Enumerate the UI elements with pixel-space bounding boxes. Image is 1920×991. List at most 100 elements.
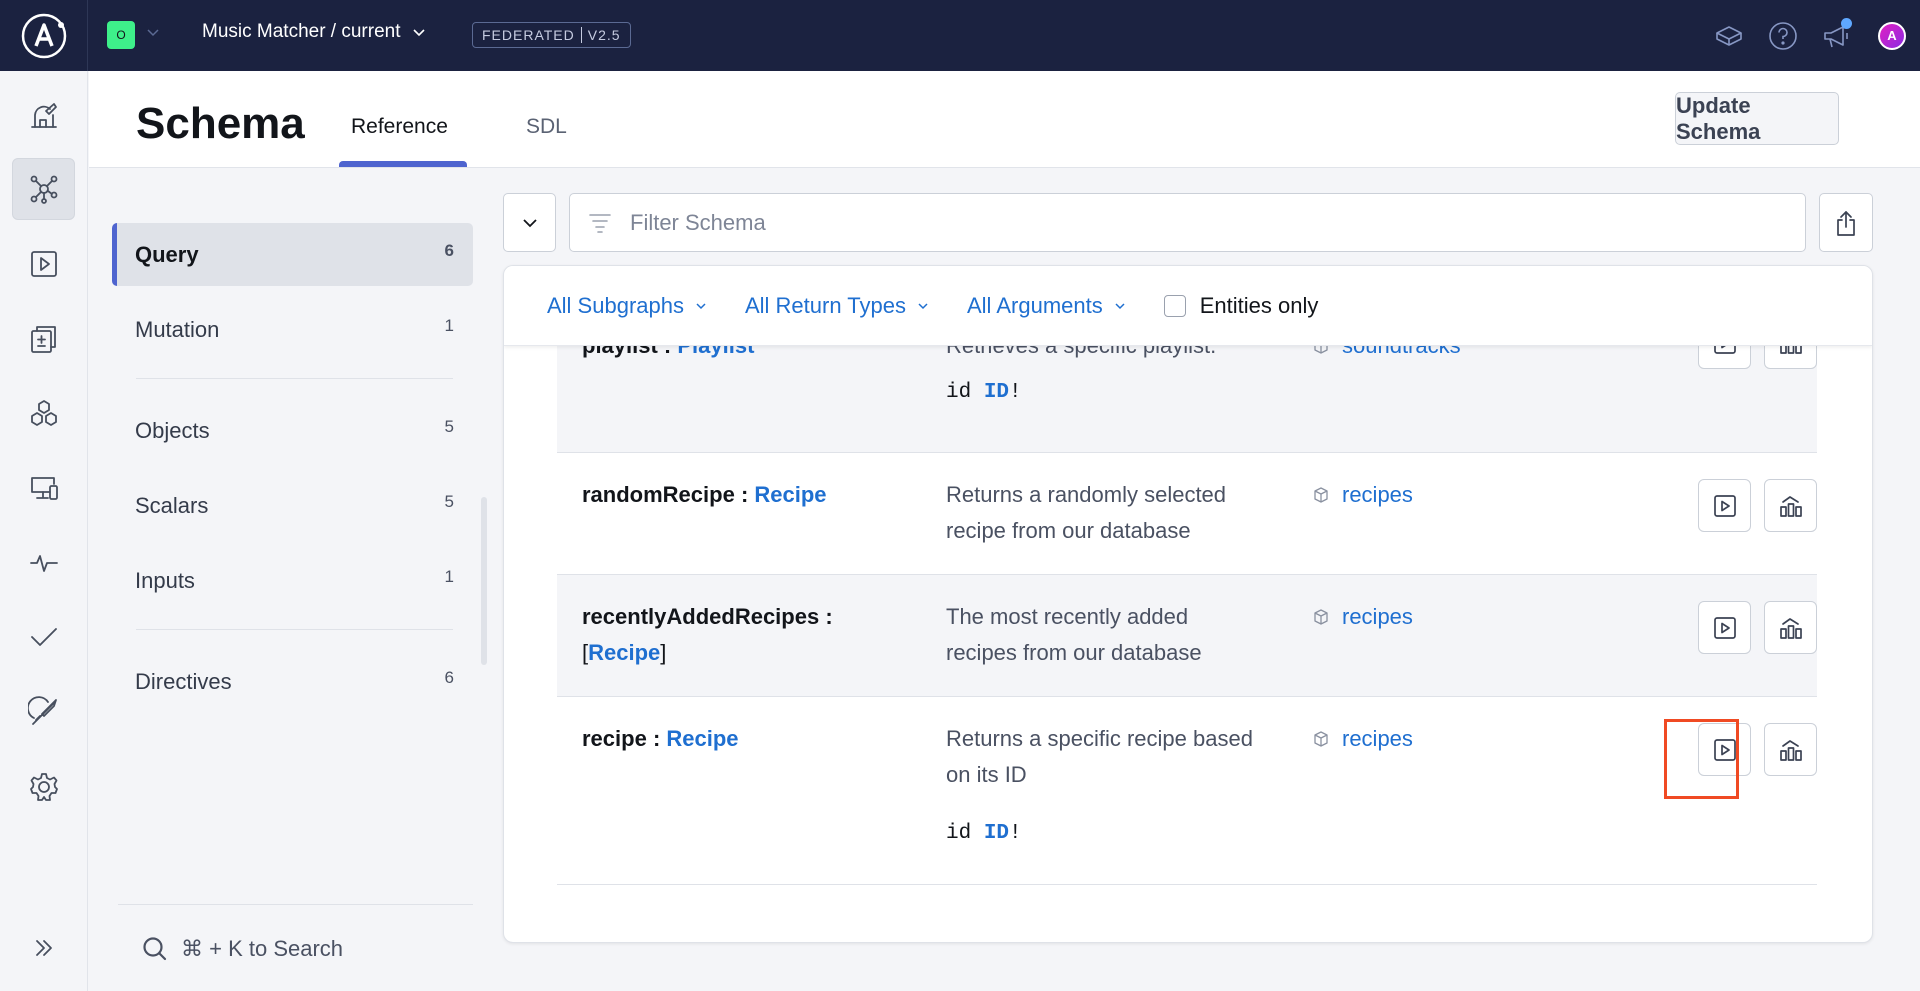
menu-item-objects[interactable]: Objects 5 xyxy=(112,399,473,462)
nav-operations[interactable] xyxy=(12,532,75,594)
entities-only-checkbox[interactable]: Entities only xyxy=(1163,292,1319,319)
field-description: Returns a specific recipe based on its I… xyxy=(946,721,1266,793)
subgraph-cube-icon xyxy=(1314,731,1328,747)
subgraph-link[interactable]: recipes xyxy=(1312,599,1413,635)
explorer-play-icon xyxy=(30,251,57,277)
graph-title: Music Matcher / current xyxy=(202,21,401,42)
run-in-explorer-button[interactable] xyxy=(1698,723,1751,776)
search-shortcut-label: ⌘ + K to Search xyxy=(181,936,344,961)
run-in-explorer-button[interactable] xyxy=(1698,601,1751,654)
help-icon xyxy=(1769,21,1797,50)
top-bar: O Music Matcher / current FEDERATED V2.5… xyxy=(0,0,1920,71)
menu-item-label: Objects xyxy=(135,417,210,443)
badge-version: V2.5 xyxy=(587,27,621,43)
subgraph-link[interactable]: recipes xyxy=(1312,477,1413,513)
chevrons-right-icon xyxy=(35,940,52,956)
checks-icon xyxy=(30,628,57,646)
return-type-link[interactable]: Recipe xyxy=(754,482,826,507)
clients-devices-icon xyxy=(30,477,58,500)
return-types-dropdown[interactable]: All Return Types xyxy=(745,293,930,319)
menu-item-directives[interactable]: Directives 6 xyxy=(112,650,473,713)
menu-item-mutation[interactable]: Mutation 1 xyxy=(112,298,473,361)
menu-item-count: 1 xyxy=(444,316,454,335)
nav-settings[interactable] xyxy=(12,756,75,818)
field-insights-button[interactable] xyxy=(1764,479,1817,532)
update-schema-button[interactable]: Update Schema xyxy=(1675,92,1839,145)
arg-type-link[interactable]: ID xyxy=(984,381,1009,404)
active-tab-indicator xyxy=(339,161,467,167)
filter-schema-field[interactable] xyxy=(569,193,1806,252)
filter-schema-input[interactable] xyxy=(630,209,1730,236)
query-fields-list: playlist : Playlist Retrieves a specific… xyxy=(557,316,1817,885)
help-button[interactable] xyxy=(1756,0,1810,71)
subgraphs-dropdown[interactable]: All Subgraphs xyxy=(547,293,708,319)
return-type-link[interactable]: Recipe xyxy=(666,726,738,751)
checkbox-box[interactable] xyxy=(1163,294,1186,317)
run-in-explorer-button[interactable] xyxy=(1698,479,1751,532)
share-button[interactable] xyxy=(1819,193,1873,252)
menu-item-label: Directives xyxy=(135,668,232,694)
divider xyxy=(118,904,473,905)
arg-nonnull: ! xyxy=(1009,381,1022,404)
chevron-down-icon xyxy=(412,29,425,37)
play-icon xyxy=(1713,494,1736,517)
user-menu[interactable]: A xyxy=(1864,0,1920,71)
announcements-button[interactable] xyxy=(1810,0,1864,71)
nav-changelog[interactable] xyxy=(12,308,75,370)
left-nav xyxy=(0,71,88,991)
nav-subgraphs[interactable] xyxy=(12,383,75,445)
dropdown-label: All Arguments xyxy=(967,292,1103,318)
settings-gear-icon xyxy=(29,773,58,801)
search-icon xyxy=(143,937,167,961)
org-switcher[interactable]: O xyxy=(107,21,135,49)
separator: : xyxy=(646,726,667,751)
nav-schema[interactable] xyxy=(12,158,75,220)
tab-sdl[interactable]: SDL xyxy=(526,115,567,139)
chevron-down-icon xyxy=(522,218,537,227)
page-header: Schema Reference SDL Update Schema xyxy=(89,71,1920,168)
page-title: Schema xyxy=(136,99,305,148)
expand-nav-button[interactable] xyxy=(12,917,75,979)
description-line: recipes from our database xyxy=(946,640,1202,665)
arguments-dropdown[interactable]: All Arguments xyxy=(967,293,1127,319)
description-line: Returns a randomly selected xyxy=(946,482,1227,507)
subgraph-cube-icon xyxy=(1314,609,1328,625)
chevron-down-icon xyxy=(1115,302,1125,309)
apollo-logo-icon xyxy=(21,13,66,58)
field-insights-button[interactable] xyxy=(1764,723,1817,776)
menu-item-query[interactable]: Query 6 xyxy=(112,223,473,286)
field-insights-button[interactable] xyxy=(1764,601,1817,654)
chevron-down-icon xyxy=(918,302,928,309)
field-description: The most recently added recipes from our… xyxy=(946,599,1266,671)
tab-reference[interactable]: Reference xyxy=(351,115,448,139)
entities-only-label: Entities only xyxy=(1199,292,1319,318)
nav-launches[interactable] xyxy=(12,681,75,743)
field-arguments: id ID! xyxy=(946,381,1022,404)
collapse-toggle-button[interactable] xyxy=(503,193,556,252)
launches-rocket-icon xyxy=(27,696,57,725)
operations-pulse-icon xyxy=(29,555,58,572)
menu-item-label: Scalars xyxy=(135,492,209,518)
graph-variant-selector[interactable]: Music Matcher / current xyxy=(202,21,427,43)
field-arguments: id ID! xyxy=(946,822,1022,845)
menu-item-label: Mutation xyxy=(135,316,220,342)
menu-divider xyxy=(136,378,453,379)
chevron-down-icon[interactable] xyxy=(145,24,161,40)
menu-item-inputs[interactable]: Inputs 1 xyxy=(112,549,473,612)
menu-item-scalars[interactable]: Scalars 5 xyxy=(112,474,473,537)
arg-type-link[interactable]: ID xyxy=(984,822,1009,845)
menu-scrollbar[interactable] xyxy=(481,497,487,665)
play-icon xyxy=(1713,616,1736,639)
search-shortcut[interactable]: ⌘ + K to Search xyxy=(141,935,343,963)
nav-checks[interactable] xyxy=(12,606,75,668)
menu-item-count: 5 xyxy=(444,492,454,511)
play-icon xyxy=(1713,738,1736,761)
menu-item-count: 6 xyxy=(444,241,454,260)
nav-observatory[interactable] xyxy=(12,84,75,146)
subgraph-link[interactable]: recipes xyxy=(1312,721,1413,757)
nav-explorer[interactable] xyxy=(12,233,75,295)
return-type-link[interactable]: Recipe xyxy=(588,640,660,665)
learn-button[interactable] xyxy=(1702,0,1756,71)
nav-clients[interactable] xyxy=(12,457,75,519)
apollo-logo[interactable] xyxy=(0,0,88,71)
